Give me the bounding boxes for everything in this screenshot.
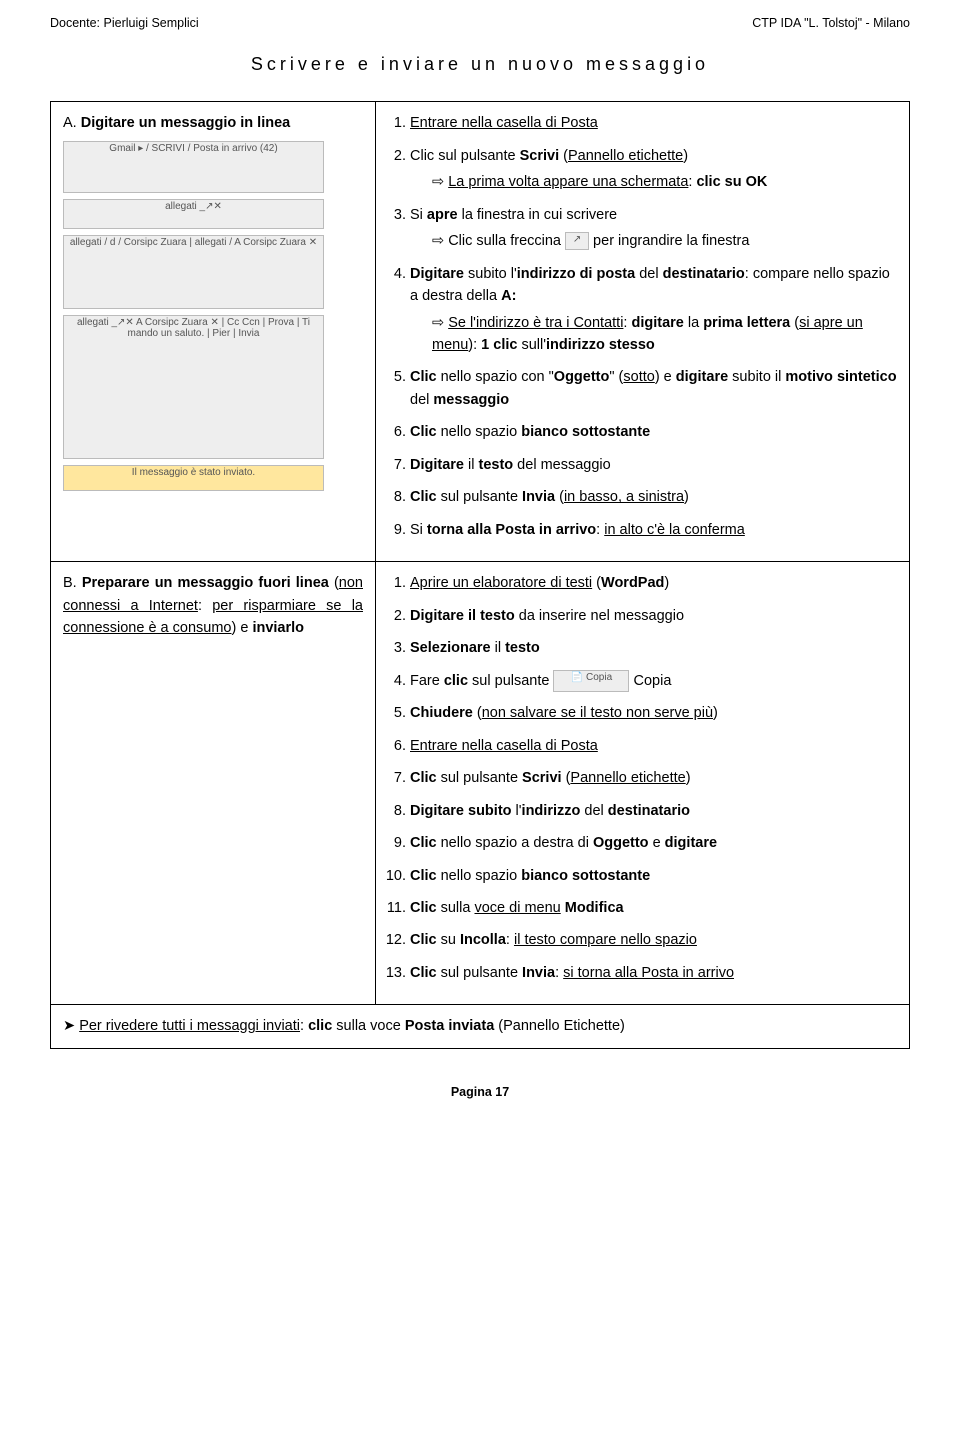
screenshot-a1: Gmail ▸ / SCRIVI / Posta in arrivo (42) [63, 141, 324, 193]
footer-row: Per rivedere tutti i messaggi inviati: c… [51, 1005, 910, 1048]
stepA5: Clic nello spazio con "Oggetto" (sotto) … [410, 366, 897, 411]
stepB9: Clic nello spazio a destra di Oggetto e … [410, 832, 897, 854]
screenshot-a5: Il messaggio è stato inviato. [63, 465, 324, 491]
page-title: Scrivere e inviare un nuovo messaggio [50, 51, 910, 79]
stepA7: Digitare il testo del messaggio [410, 454, 897, 476]
stepB6: Entrare nella casella di Posta [410, 735, 897, 757]
stepB12: Clic su Incolla: il testo compare nello … [410, 929, 897, 951]
stepA4: Digitare subito l'indirizzo di posta del… [410, 263, 897, 357]
screenshot-a4: allegati _↗✕ A Corsipc Zuara ✕ | Cc Ccn … [63, 315, 324, 459]
footer-bullet [63, 1018, 79, 1034]
main-table: A. Digitare un messaggio in linea Gmail … [50, 101, 910, 1049]
sectionA-right: Entrare nella casella di Posta Clic sul … [376, 102, 910, 562]
stepB7: Clic sul pulsante Scrivi (Pannello etich… [410, 767, 897, 789]
stepB8: Digitare subito l'indirizzo del destinat… [410, 800, 897, 822]
sectionA-heading: A. Digitare un messaggio in linea [63, 115, 290, 131]
stepB10: Clic nello spazio bianco sottostante [410, 865, 897, 887]
stepA3-sub: Clic sulla freccina ↗ per ingrandire la … [410, 230, 897, 252]
stepA4-sub: Se l'indirizzo è tra i Contatti: digitar… [410, 312, 897, 357]
header-left: Docente: Pierluigi Semplici [50, 14, 199, 33]
sectionB-steps: Aprire un elaboratore di testi (WordPad)… [388, 572, 897, 984]
stepA3: Si apre la finestra in cui scrivere Clic… [410, 204, 897, 253]
stepB2: Digitare il testo da inserire nel messag… [410, 605, 897, 627]
stepA8: Clic sul pulsante Invia (in basso, a sin… [410, 486, 897, 508]
header-bar: Docente: Pierluigi Semplici CTP IDA "L. … [50, 14, 910, 33]
sectionA-left: A. Digitare un messaggio in linea Gmail … [51, 102, 376, 562]
sectionA-steps: Entrare nella casella di Posta Clic sul … [388, 112, 897, 541]
expand-icon: ↗ [565, 232, 589, 250]
stepA1: Entrare nella casella di Posta [410, 112, 897, 134]
stepA2: Clic sul pulsante Scrivi (Pannello etich… [410, 145, 897, 194]
stepA2-sub: La prima volta appare una schermata: cli… [410, 171, 897, 193]
stepA9: Si torna alla Posta in arrivo: in alto c… [410, 519, 897, 541]
sectionB-right: Aprire un elaboratore di testi (WordPad)… [376, 562, 910, 1005]
header-right: CTP IDA "L. Tolstoj" - Milano [752, 14, 910, 33]
stepB13: Clic sul pulsante Invia: si torna alla P… [410, 962, 897, 984]
page: Docente: Pierluigi Semplici CTP IDA "L. … [0, 0, 960, 1142]
copia-button-icon: 📄 Copia [553, 670, 629, 692]
stepB4: Fare clic sul pulsante 📄 Copia Copia [410, 670, 897, 692]
stepB5: Chiudere (non salvare se il testo non se… [410, 702, 897, 724]
page-number: Pagina 17 [50, 1083, 910, 1102]
stepA6: Clic nello spazio bianco sottostante [410, 421, 897, 443]
stepB1: Aprire un elaboratore di testi (WordPad) [410, 572, 897, 594]
sectionB-left: B. Preparare un messaggio fuori linea (n… [51, 562, 376, 1005]
screenshot-a2: allegati _↗✕ [63, 199, 324, 229]
stepB3: Selezionare il testo [410, 637, 897, 659]
stepB11: Clic sulla voce di menu Modifica [410, 897, 897, 919]
screenshot-a3: allegati / d / Corsipc Zuara | allegati … [63, 235, 324, 309]
